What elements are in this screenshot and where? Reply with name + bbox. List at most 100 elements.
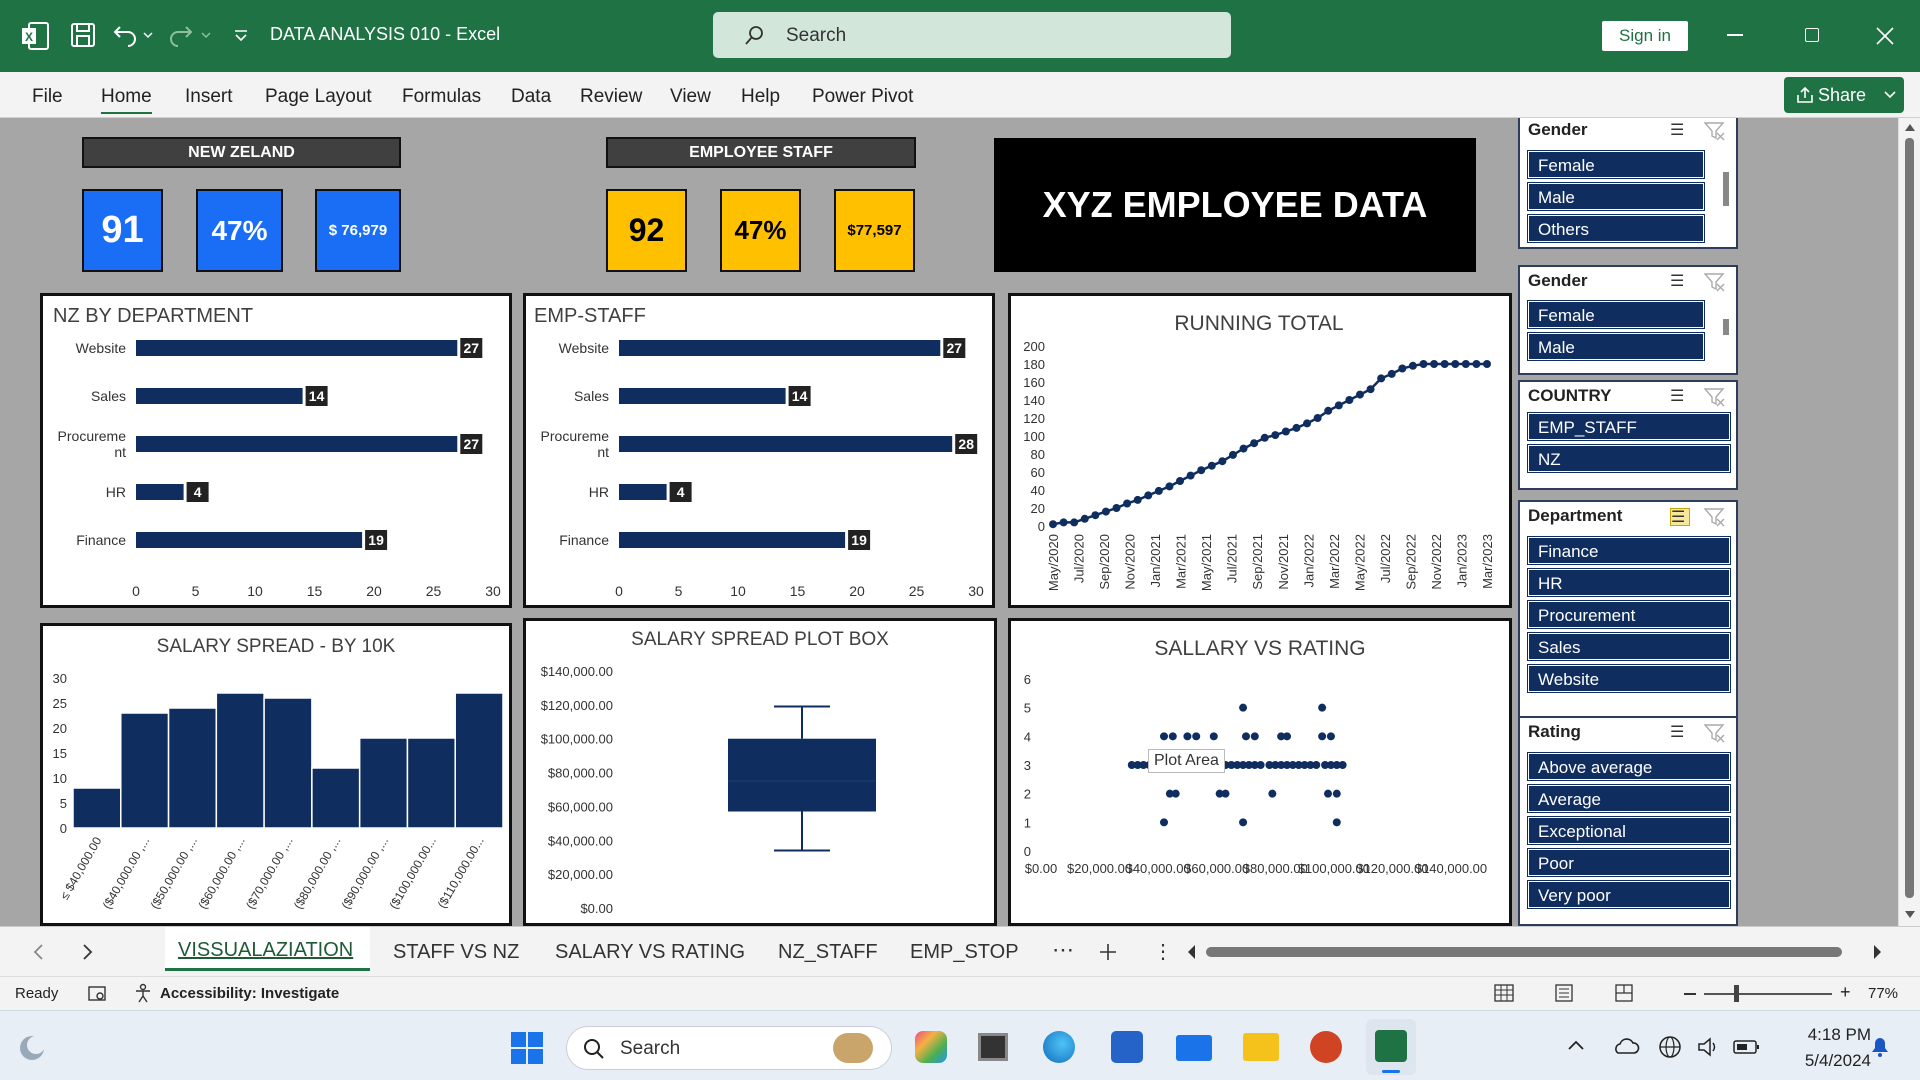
show-hidden-icons[interactable] [1568, 1039, 1584, 1051]
accessibility-icon[interactable] [133, 983, 153, 1003]
slicer-item[interactable]: Female [1527, 150, 1705, 179]
task-view-icon[interactable] [978, 1033, 1008, 1061]
worksheet[interactable]: NEW ZELAND EMPLOYEE STAFF 91 47% $ 76,97… [0, 118, 1898, 926]
zoom-out-icon[interactable] [1684, 993, 1696, 995]
slicer-department[interactable]: Department ☰ Finance HR Procurement Sales Webs… [1518, 500, 1738, 718]
taskbar-search-box[interactable]: Search [566, 1026, 892, 1070]
slicer-item[interactable]: Finance [1527, 536, 1731, 565]
share-button[interactable]: Share [1784, 77, 1904, 113]
slicer-item[interactable]: Procurement [1527, 600, 1731, 629]
scroll-left-icon[interactable] [1185, 944, 1197, 960]
slicer-item[interactable]: EMP_STAFF [1527, 412, 1731, 441]
undo-icon[interactable] [112, 22, 156, 48]
file-explorer-icon[interactable] [1243, 1033, 1279, 1061]
clear-filter-icon[interactable] [1704, 507, 1726, 527]
emp-staff-chart[interactable]: EMP-STAFF Website 27 Sales 14 Procureme nt 28 HR… [523, 293, 995, 608]
clear-filter-icon[interactable] [1704, 121, 1726, 141]
restore-icon[interactable] [1805, 28, 1819, 42]
vertical-scrollbar-track[interactable] [1898, 118, 1920, 926]
zoom-slider[interactable] [1704, 993, 1832, 995]
clock-time[interactable]: 4:18 PM [1791, 1025, 1871, 1045]
slicer-item[interactable]: NZ [1527, 444, 1731, 473]
scroll-up-icon[interactable] [1904, 122, 1916, 132]
slicer-country[interactable]: COUNTRY ☰ EMP_STAFF NZ [1518, 380, 1738, 490]
slicer-item[interactable]: Very poor [1527, 880, 1731, 909]
add-sheet-icon[interactable] [1099, 943, 1117, 961]
slicer-item[interactable]: Male [1527, 332, 1705, 361]
sign-in-button[interactable]: Sign in [1602, 21, 1688, 51]
prev-sheet-icon[interactable] [32, 944, 44, 960]
zoom-slider-thumb[interactable] [1734, 985, 1739, 1002]
clear-filter-icon[interactable] [1704, 723, 1726, 743]
next-sheet-icon[interactable] [82, 944, 94, 960]
onedrive-icon[interactable] [1612, 1035, 1640, 1057]
weather-icon[interactable] [17, 1033, 47, 1063]
language-globe-icon[interactable] [1657, 1034, 1683, 1060]
tab-formulas[interactable]: Formulas [402, 86, 481, 108]
sheet-tab-staff-vs-nz[interactable]: STAFF VS NZ [393, 941, 519, 964]
slicer-scrollbar[interactable] [1723, 319, 1729, 335]
save-icon[interactable] [70, 22, 96, 48]
slicer-item[interactable]: Male [1527, 182, 1705, 211]
salary-vs-rating-chart[interactable]: SALLARY VS RATING 0 1 2 3 4 5 6 $0.00 $20,000.00 $… [1008, 618, 1512, 926]
multi-select-icon[interactable]: ☰ [1670, 122, 1690, 140]
tab-power-pivot[interactable]: Power Pivot [812, 86, 913, 108]
sheet-tab-emp-stop[interactable]: EMP_STOP [910, 941, 1019, 964]
accessibility-status[interactable]: Accessibility: Investigate [160, 985, 339, 1002]
multi-select-icon[interactable]: ☰ [1670, 724, 1690, 742]
slicer-gender[interactable]: Gender ☰ Female Male [1518, 265, 1738, 375]
page-break-view-icon[interactable] [1614, 983, 1634, 1003]
tab-file[interactable]: File [32, 86, 63, 108]
scroll-down-icon[interactable] [1904, 910, 1916, 920]
clear-filter-icon[interactable] [1704, 387, 1726, 407]
multi-select-icon[interactable]: ☰ [1670, 508, 1690, 526]
macro-recorder-icon[interactable] [88, 984, 108, 1002]
minimize-icon[interactable] [1727, 34, 1743, 36]
powerpoint-icon[interactable] [1310, 1031, 1342, 1063]
battery-icon[interactable] [1733, 1039, 1761, 1055]
salary-spread-chart[interactable]: SALARY SPREAD - BY 10K 0 5 10 15 20 25 30 ≤ $40,… [40, 623, 512, 926]
slicer-item[interactable]: Exceptional [1527, 816, 1731, 845]
nz-by-department-chart[interactable]: NZ BY DEPARTMENT Website 27 Sales 14 Procurem… [40, 293, 512, 608]
sheet-tab-salary-vs-rating[interactable]: SALARY VS RATING [555, 941, 745, 964]
page-layout-view-icon[interactable] [1554, 983, 1574, 1003]
tab-view[interactable]: View [670, 86, 711, 108]
slicer-rating[interactable]: Rating ☰ Above average Average Exceptional Po… [1518, 716, 1738, 926]
sheet-tab-active[interactable]: VISSUALAZIATION [165, 927, 370, 971]
tab-help[interactable]: Help [741, 86, 780, 108]
salary-boxplot-chart[interactable]: SALARY SPREAD PLOT BOX $0.00 $20,000.00 $40… [523, 618, 997, 926]
slicer-item[interactable]: Website [1527, 664, 1731, 693]
slicer-item[interactable]: Female [1527, 300, 1705, 329]
close-icon[interactable] [1876, 27, 1894, 45]
mail-icon[interactable] [1176, 1035, 1212, 1061]
normal-view-icon[interactable] [1494, 983, 1514, 1003]
tab-review[interactable]: Review [580, 86, 642, 108]
slicer-item[interactable]: Sales [1527, 632, 1731, 661]
tab-insert[interactable]: Insert [185, 86, 233, 108]
running-total-chart[interactable]: RUNNING TOTAL 0 20 40 60 80 100 120 140 160 180 200… [1008, 293, 1512, 608]
volume-icon[interactable] [1697, 1036, 1721, 1058]
slicer-item[interactable]: Above average [1527, 752, 1731, 781]
scroll-right-icon[interactable] [1872, 944, 1884, 960]
clear-filter-icon[interactable] [1704, 272, 1726, 292]
sheet-tab-nz-staff[interactable]: NZ_STAFF [778, 941, 878, 964]
customize-toolbar-icon[interactable] [233, 28, 249, 44]
slicer-scrollbar[interactable] [1723, 172, 1729, 206]
microsoft-store-icon[interactable] [1111, 1031, 1143, 1063]
slicer-item[interactable]: Average [1527, 784, 1731, 813]
horizontal-scroll-thumb[interactable] [1206, 947, 1842, 957]
copilot-icon[interactable] [915, 1031, 947, 1063]
notification-bell-icon[interactable] [1869, 1034, 1891, 1060]
redo-icon[interactable] [170, 22, 214, 48]
edge-browser-icon[interactable] [1043, 1031, 1075, 1063]
clock-date[interactable]: 5/4/2024 [1781, 1051, 1871, 1071]
sheet-options-icon[interactable]: ⋮ [1153, 939, 1173, 964]
slicer-item[interactable]: HR [1527, 568, 1731, 597]
excel-taskbar-active[interactable] [1366, 1019, 1416, 1075]
vertical-scroll-thumb[interactable] [1905, 138, 1914, 898]
windows-start-icon[interactable] [510, 1031, 544, 1065]
multi-select-icon[interactable]: ☰ [1670, 388, 1690, 406]
tab-data[interactable]: Data [511, 86, 551, 108]
multi-select-icon[interactable]: ☰ [1670, 273, 1690, 291]
zoom-level[interactable]: 77% [1868, 985, 1898, 1002]
